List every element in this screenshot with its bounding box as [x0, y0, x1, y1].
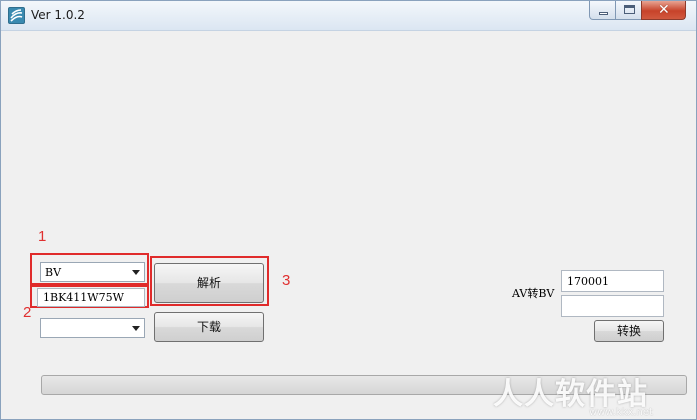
title-bar[interactable]: Ver 1.0.2 ✕ — [1, 1, 696, 31]
annotation-number-1: 1 — [38, 228, 47, 245]
av-number-input[interactable]: 170001 — [561, 270, 664, 292]
video-id-input[interactable]: 1BK411W75W — [37, 288, 145, 307]
parse-button[interactable]: 解析 — [154, 263, 264, 303]
close-button[interactable]: ✕ — [641, 1, 686, 20]
minimize-button[interactable] — [589, 1, 616, 20]
chevron-down-icon — [132, 270, 140, 275]
bv-result-field[interactable] — [561, 295, 664, 317]
app-logo-icon — [8, 7, 25, 24]
close-icon: ✕ — [658, 2, 670, 18]
maximize-button[interactable] — [615, 1, 642, 20]
download-button-label: 下载 — [196, 320, 221, 334]
download-progress-bar — [41, 375, 687, 395]
download-button[interactable]: 下载 — [154, 312, 264, 342]
convert-button[interactable]: 转换 — [594, 320, 664, 342]
app-window: Ver 1.0.2 ✕ 1 2 3 BV 1BK411W75W 解析 下载 AV… — [0, 0, 697, 420]
annotation-number-3: 3 — [282, 272, 291, 289]
quality-select[interactable] — [40, 318, 145, 338]
window-title: Ver 1.0.2 — [31, 8, 85, 22]
minimize-icon — [599, 12, 608, 15]
video-id-value: 1BK411W75W — [43, 291, 124, 304]
type-select-value: BV — [45, 266, 62, 279]
convert-button-label: 转换 — [616, 324, 641, 338]
watermark-url: www.kkx.net — [589, 407, 653, 418]
av-number-value: 170001 — [567, 275, 609, 288]
maximize-icon — [624, 5, 635, 14]
av-to-bv-label: AV转BV — [512, 287, 555, 300]
chevron-down-icon — [132, 326, 140, 331]
parse-button-label: 解析 — [196, 276, 221, 290]
type-select[interactable]: BV — [40, 262, 145, 282]
